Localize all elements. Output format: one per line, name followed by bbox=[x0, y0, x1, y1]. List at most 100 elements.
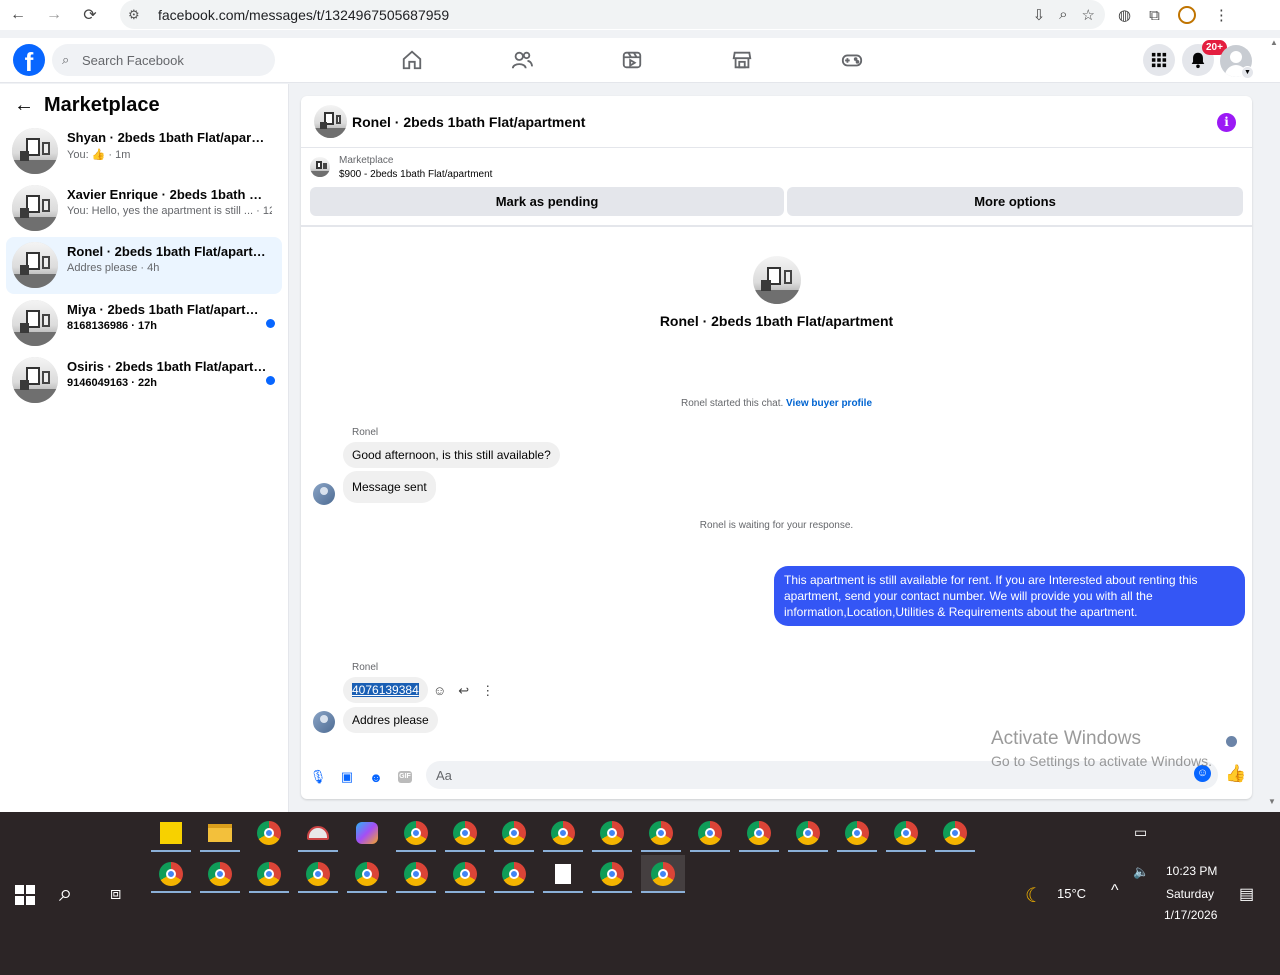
chrome-profile-icon[interactable] bbox=[298, 855, 338, 893]
friends-icon[interactable] bbox=[507, 46, 537, 74]
scroll-up-arrow-icon[interactable]: ▲ bbox=[1268, 38, 1280, 48]
info-icon[interactable]: i bbox=[1217, 113, 1236, 132]
gif-icon[interactable]: GIF bbox=[396, 768, 414, 786]
weather-moon-icon[interactable]: ☾ bbox=[1025, 883, 1043, 908]
conversation-item-miya[interactable]: Miya · 2beds 1bath Flat/apartment 816813… bbox=[6, 295, 282, 352]
reply-icon[interactable]: ↩ bbox=[458, 683, 469, 699]
photo-icon[interactable]: ▣ bbox=[338, 768, 356, 786]
sender-avatar[interactable] bbox=[313, 711, 335, 733]
scroll-down-arrow-icon[interactable]: ▼ bbox=[1268, 797, 1276, 806]
chrome-profile-icon[interactable] bbox=[445, 814, 485, 852]
app-icon[interactable] bbox=[298, 814, 338, 852]
chrome-profile-icon[interactable] bbox=[396, 814, 436, 852]
chrome-profile-icon[interactable] bbox=[445, 855, 485, 893]
chrome-profile-icon[interactable] bbox=[935, 814, 975, 852]
mark-as-pending-button[interactable]: Mark as pending bbox=[310, 187, 784, 216]
clock-date[interactable]: 1/17/2026 bbox=[1164, 908, 1217, 922]
menu-grid-icon[interactable] bbox=[1143, 44, 1175, 76]
chrome-profile-icon[interactable] bbox=[690, 814, 730, 852]
notepad-file-icon[interactable] bbox=[543, 855, 583, 893]
incoming-message[interactable]: Message sent bbox=[343, 471, 436, 503]
incoming-message[interactable]: 4076139384 bbox=[343, 677, 428, 703]
copilot-icon[interactable] bbox=[347, 814, 387, 852]
forward-arrow-icon[interactable]: → bbox=[36, 0, 72, 30]
conversation-sidebar: ← Marketplace Shyan · 2beds 1bath Flat/a… bbox=[0, 84, 289, 812]
gaming-icon[interactable] bbox=[837, 46, 867, 74]
more-kebab-icon[interactable]: ⋮ bbox=[481, 683, 494, 699]
more-options-button[interactable]: More options bbox=[787, 187, 1243, 216]
listing-thumbnail bbox=[12, 242, 58, 288]
chrome-profile-icon[interactable] bbox=[543, 814, 583, 852]
search-input[interactable] bbox=[82, 52, 262, 68]
search-icon[interactable]: ⌕ bbox=[59, 880, 72, 908]
task-view-icon[interactable]: ⧈ bbox=[110, 883, 121, 904]
chrome-icon[interactable] bbox=[249, 814, 289, 852]
chevron-down-icon[interactable]: ▼ bbox=[1241, 66, 1254, 79]
facebook-logo-icon[interactable]: f bbox=[13, 44, 45, 76]
view-buyer-profile-link[interactable]: View buyer profile bbox=[786, 398, 872, 409]
volume-icon[interactable]: 🔈 bbox=[1133, 864, 1149, 880]
address-bar[interactable]: ⚙ facebook.com/messages/t/13249675056879… bbox=[120, 0, 1105, 29]
back-arrow-icon[interactable]: ← bbox=[14, 94, 44, 117]
sticky-notes-icon[interactable] bbox=[151, 814, 191, 852]
conversation-item-ronel[interactable]: Ronel · 2beds 1bath Flat/apartment Addre… bbox=[6, 237, 282, 294]
reload-icon[interactable]: ⟳ bbox=[72, 0, 108, 30]
chrome-profile-icon[interactable] bbox=[739, 814, 779, 852]
chrome-profile-icon[interactable] bbox=[592, 855, 632, 893]
zoom-icon[interactable]: ⌕ bbox=[1059, 6, 1067, 23]
chrome-profile-icon[interactable] bbox=[788, 814, 828, 852]
windows-start-icon[interactable] bbox=[15, 885, 35, 905]
react-emoji-icon[interactable]: ☺ bbox=[433, 683, 446, 699]
listing-title[interactable]: $900 - 2beds 1bath Flat/apartment bbox=[339, 169, 492, 180]
back-arrow-icon[interactable]: ← bbox=[0, 0, 36, 30]
url-text[interactable]: facebook.com/messages/t/1324967505687959 bbox=[158, 7, 449, 23]
menu-kebab-icon[interactable]: ⋮ bbox=[1214, 6, 1229, 24]
clock-time[interactable]: 10:23 PM bbox=[1166, 864, 1217, 878]
chrome-profile-icon[interactable] bbox=[249, 855, 289, 893]
chrome-profile-icon[interactable] bbox=[641, 814, 681, 852]
selected-phone-number[interactable]: 4076139384 bbox=[352, 683, 419, 697]
install-app-icon[interactable]: ⇩ bbox=[1033, 6, 1046, 24]
weather-temperature[interactable]: 15°C bbox=[1057, 886, 1086, 901]
outgoing-message[interactable]: This apartment is still available for re… bbox=[774, 566, 1245, 626]
listing-thumbnail[interactable] bbox=[752, 256, 801, 304]
chevron-up-icon[interactable]: ^ bbox=[1111, 882, 1119, 900]
chrome-profile-icon[interactable] bbox=[494, 814, 534, 852]
thumbs-up-icon[interactable]: 👍 bbox=[1225, 764, 1246, 784]
marketplace-icon[interactable] bbox=[727, 46, 757, 74]
chrome-profile-icon[interactable] bbox=[347, 855, 387, 893]
incoming-message[interactable]: Addres please bbox=[343, 707, 438, 733]
network-icon[interactable]: ▭ bbox=[1134, 824, 1147, 841]
conversation-snippet: You: 👍 · 1m bbox=[67, 149, 131, 161]
profile-icon[interactable] bbox=[1177, 6, 1196, 24]
search-box[interactable]: ⌕ bbox=[52, 44, 275, 76]
bookmark-star-icon[interactable]: ☆ bbox=[1082, 6, 1095, 24]
video-icon[interactable] bbox=[617, 46, 647, 74]
chrome-profile-icon[interactable] bbox=[494, 855, 534, 893]
conversation-name: Miya · 2beds 1bath Flat/apartment bbox=[67, 302, 267, 317]
site-settings-icon[interactable]: ⚙ bbox=[128, 7, 152, 23]
chrome-profile-icon[interactable] bbox=[151, 855, 191, 893]
notification-center-icon[interactable]: ▤ bbox=[1239, 884, 1254, 904]
facebook-top-bar: f ⌕ bbox=[0, 38, 1280, 83]
conversation-item-osiris[interactable]: Osiris · 2beds 1bath Flat/apartme... 914… bbox=[6, 352, 282, 409]
sticker-icon[interactable]: ☻ bbox=[367, 768, 385, 786]
listing-thumbnail[interactable] bbox=[314, 105, 347, 138]
conversation-item-shyan[interactable]: Shyan · 2beds 1bath Flat/apartment You: … bbox=[6, 123, 282, 180]
clock-day[interactable]: Saturday bbox=[1166, 887, 1214, 901]
incoming-message[interactable]: Good afternoon, is this still available? bbox=[343, 442, 560, 468]
home-icon[interactable] bbox=[397, 46, 427, 74]
globe-icon[interactable]: ◍ bbox=[1118, 6, 1131, 24]
extensions-icon[interactable]: ⧉ bbox=[1149, 7, 1160, 24]
chrome-profile-icon[interactable] bbox=[200, 855, 240, 893]
chrome-profile-icon[interactable] bbox=[886, 814, 926, 852]
chrome-profile-icon[interactable] bbox=[592, 814, 632, 852]
microphone-icon[interactable]: 🎙 bbox=[309, 768, 327, 786]
file-explorer-icon[interactable] bbox=[200, 814, 240, 852]
chat-title[interactable]: Ronel · 2beds 1bath Flat/apartment bbox=[352, 114, 585, 130]
conversation-item-xavier[interactable]: Xavier Enrique · 2beds 1bath Flat/a... Y… bbox=[6, 180, 282, 237]
chrome-profile-icon[interactable] bbox=[837, 814, 877, 852]
chrome-profile-icon[interactable] bbox=[641, 855, 685, 893]
chrome-profile-icon[interactable] bbox=[396, 855, 436, 893]
sender-avatar[interactable] bbox=[313, 483, 335, 505]
